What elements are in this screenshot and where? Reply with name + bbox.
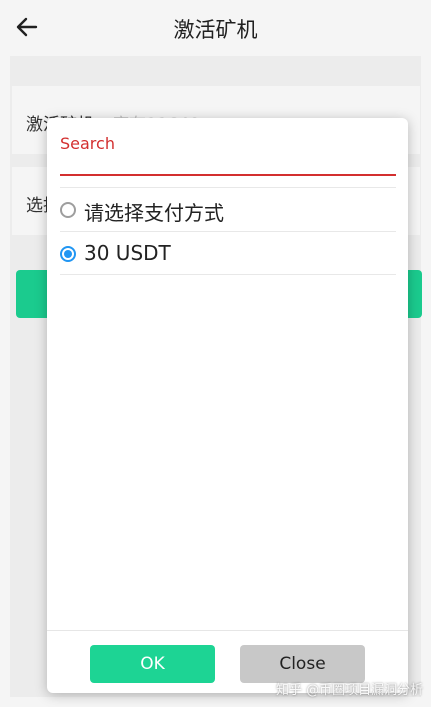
option-label: 请选择支付方式 xyxy=(84,201,224,225)
watermark: 知乎 @币圈项目漏洞分析 xyxy=(276,683,424,698)
option-30-usdt[interactable]: 30 USDT xyxy=(60,231,396,275)
search-input[interactable] xyxy=(60,154,396,174)
search-label: Search xyxy=(60,134,115,153)
option-placeholder[interactable]: 请选择支付方式 xyxy=(60,187,396,231)
option-list: 请选择支付方式 30 USDT xyxy=(60,187,396,275)
radio-unchecked-icon[interactable] xyxy=(60,202,76,218)
ok-button[interactable]: OK xyxy=(90,645,215,683)
radio-checked-icon[interactable] xyxy=(60,246,76,262)
payment-method-dialog: Search 请选择支付方式 30 USDT OK Close xyxy=(47,118,408,693)
search-underline xyxy=(60,174,396,176)
option-label: 30 USDT xyxy=(84,241,171,265)
close-button[interactable]: Close xyxy=(240,645,365,683)
